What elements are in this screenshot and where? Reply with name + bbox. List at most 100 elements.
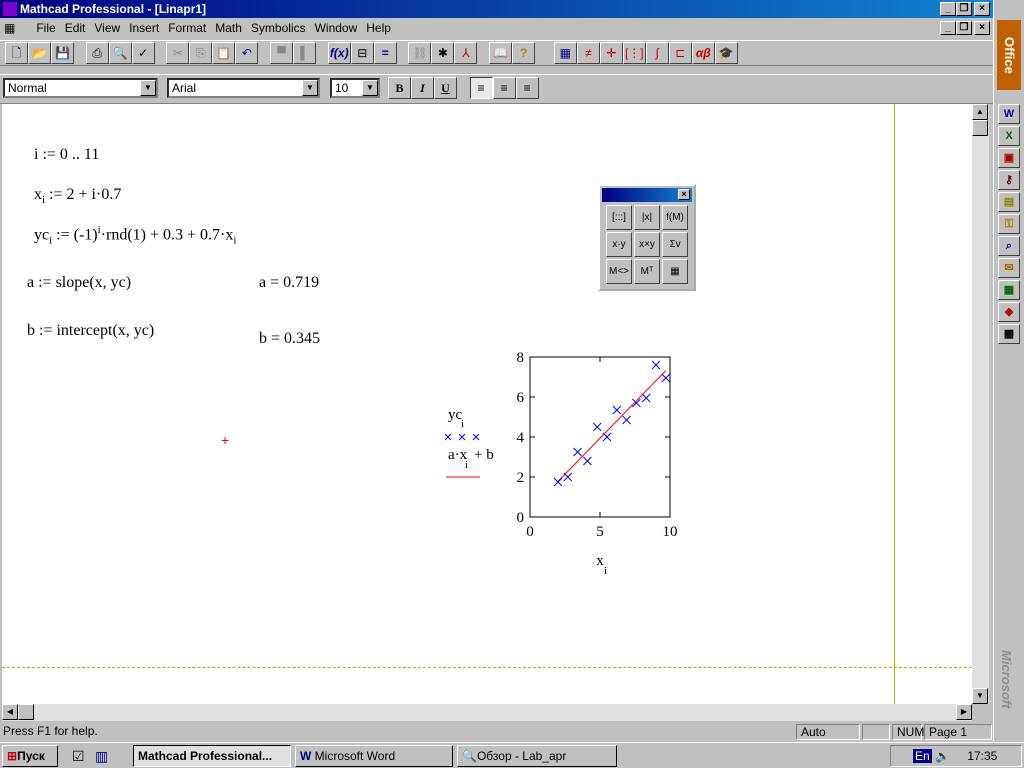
menu-insert[interactable]: Insert bbox=[129, 21, 159, 35]
quicklaunch-desktop-icon[interactable]: ▥ bbox=[95, 748, 108, 765]
menu-window[interactable]: Window bbox=[315, 21, 358, 35]
powerpoint-icon[interactable]: ▣ bbox=[998, 148, 1020, 168]
scroll-right-icon[interactable]: ▶ bbox=[956, 704, 972, 720]
task-mathcad[interactable]: Mathcad Professional... bbox=[133, 745, 291, 767]
task-word[interactable]: W Microsoft Word bbox=[295, 745, 453, 767]
palette-button-3[interactable]: x·y bbox=[606, 232, 632, 257]
align-center-button[interactable]: ≡ bbox=[492, 77, 516, 99]
menu-view[interactable]: View bbox=[94, 21, 120, 35]
horizontal-scrollbar[interactable]: ◀ ▶ bbox=[2, 704, 972, 721]
palette-button-0[interactable]: [:::] bbox=[606, 205, 632, 230]
worksheet[interactable]: i := 0 .. 11 xi := 2 + i·0.7 yci := (-1)… bbox=[2, 104, 972, 704]
range-definition[interactable]: i := 0 .. 11 bbox=[34, 146, 99, 164]
underline-button[interactable]: U bbox=[434, 77, 457, 99]
font-select[interactable]: Arial ▼ bbox=[167, 78, 320, 98]
component-wizard-icon[interactable]: ✱ bbox=[431, 42, 455, 64]
schedule-icon[interactable]: ▦ bbox=[998, 280, 1020, 300]
office-label[interactable]: Office bbox=[997, 20, 1021, 90]
calculate-icon[interactable]: = bbox=[373, 42, 397, 64]
help-icon[interactable]: ? bbox=[512, 42, 536, 64]
print-preview-icon[interactable]: 🔍 bbox=[108, 42, 132, 64]
align-right-button[interactable]: ≡ bbox=[515, 77, 539, 99]
calculator-palette-icon[interactable]: ▦ bbox=[553, 42, 577, 64]
print-icon[interactable]: ⎙ bbox=[85, 42, 109, 64]
new-icon[interactable]: 🗋 bbox=[5, 42, 28, 64]
chevron-down-icon[interactable]: ▼ bbox=[302, 80, 318, 96]
insert-function-icon[interactable]: f(x) bbox=[327, 42, 351, 64]
calculus-palette-icon[interactable]: ∫ bbox=[645, 42, 669, 64]
insert-component-icon[interactable]: ⅄ bbox=[454, 42, 478, 64]
align-across-icon[interactable]: ▀ bbox=[270, 42, 294, 64]
undo-icon[interactable]: ↶ bbox=[235, 42, 259, 64]
programming-palette-icon[interactable]: ⊏ bbox=[668, 42, 692, 64]
volume-icon[interactable]: 🔈 bbox=[935, 749, 950, 763]
palette-button-6[interactable]: M<> bbox=[606, 259, 632, 284]
palette-button-2[interactable]: f(M) bbox=[662, 205, 688, 230]
insert-hyperlink-icon[interactable]: ⛓ bbox=[408, 42, 432, 64]
b-definition[interactable]: b := intercept(x, yc) bbox=[27, 322, 154, 340]
italic-button[interactable]: I bbox=[411, 77, 434, 99]
palette-button-4[interactable]: x×y bbox=[634, 232, 660, 257]
outlook-icon[interactable]: ✉ bbox=[998, 258, 1020, 278]
find-icon[interactable]: ⌕ bbox=[998, 236, 1020, 256]
chevron-down-icon[interactable]: ▼ bbox=[140, 80, 156, 96]
doc-restore-button[interactable]: ❐ bbox=[956, 21, 972, 35]
palette-button-8[interactable]: ▦ bbox=[662, 259, 688, 284]
binder-icon[interactable]: ▤ bbox=[998, 192, 1020, 212]
key-icon[interactable]: ⚿ bbox=[998, 214, 1020, 234]
scroll-thumb[interactable] bbox=[972, 120, 988, 136]
open-icon[interactable]: 📂 bbox=[28, 42, 51, 64]
menu-math[interactable]: Math bbox=[215, 21, 242, 35]
scroll-left-icon[interactable]: ◀ bbox=[2, 704, 18, 720]
program-icon[interactable]: ▩ bbox=[998, 324, 1020, 344]
resource-center-icon[interactable]: 📖 bbox=[489, 42, 513, 64]
copy-icon[interactable]: ⎘ bbox=[189, 42, 213, 64]
style-select[interactable]: Normal ▼ bbox=[3, 78, 158, 98]
close-button[interactable]: × bbox=[974, 2, 990, 16]
size-select[interactable]: 10 ▼ bbox=[330, 78, 380, 98]
excel-icon[interactable]: X bbox=[998, 126, 1020, 146]
spellcheck-icon[interactable]: ✓ bbox=[131, 42, 155, 64]
graph-palette-icon[interactable]: ✛ bbox=[599, 42, 623, 64]
doc-minimize-button[interactable]: _ bbox=[940, 21, 956, 35]
shortcuts-icon[interactable]: ◈ bbox=[998, 302, 1020, 322]
matrix-palette-icon[interactable]: [⋮] bbox=[622, 42, 646, 64]
yc-definition[interactable]: yci := (-1)i·rnd(1) + 0.3 + 0.7·xi bbox=[34, 224, 236, 247]
access-icon[interactable]: ⚷ bbox=[998, 170, 1020, 190]
align-left-button[interactable]: ≡ bbox=[469, 77, 493, 99]
doc-icon[interactable]: ▦ bbox=[4, 18, 24, 38]
restore-button[interactable]: ❐ bbox=[956, 2, 972, 16]
a-result[interactable]: a = 0.719 bbox=[259, 274, 319, 292]
evaluation-palette-icon[interactable]: ≠ bbox=[576, 42, 600, 64]
doc-close-button[interactable]: × bbox=[974, 21, 990, 35]
scroll-up-icon[interactable]: ▲ bbox=[972, 104, 988, 120]
insert-unit-icon[interactable]: ⊟ bbox=[350, 42, 374, 64]
greek-palette-icon[interactable]: αβ bbox=[691, 42, 715, 64]
language-indicator[interactable]: En bbox=[913, 749, 932, 763]
align-down-icon[interactable]: ▌ bbox=[293, 42, 317, 64]
menu-symbolics[interactable]: Symbolics bbox=[251, 21, 306, 35]
palette-button-1[interactable]: |x| bbox=[634, 205, 660, 230]
minimize-button[interactable]: _ bbox=[940, 2, 956, 16]
vertical-scrollbar[interactable]: ▲ ▼ bbox=[972, 104, 989, 704]
save-icon[interactable]: 💾 bbox=[51, 42, 74, 64]
menu-edit[interactable]: Edit bbox=[65, 21, 86, 35]
symbolic-palette-icon[interactable]: 🎓 bbox=[714, 42, 738, 64]
palette-button-5[interactable]: Σv bbox=[662, 232, 688, 257]
word-icon[interactable]: W bbox=[998, 104, 1020, 124]
menu-format[interactable]: Format bbox=[168, 21, 206, 35]
task-explorer[interactable]: 🔍Обзор - Lab_apr bbox=[457, 745, 617, 767]
cut-icon[interactable]: ✂ bbox=[166, 42, 190, 64]
start-button[interactable]: ⊞Пуск bbox=[2, 745, 58, 767]
scroll-down-icon[interactable]: ▼ bbox=[972, 688, 988, 704]
b-result[interactable]: b = 0.345 bbox=[259, 330, 320, 348]
bold-button[interactable]: B bbox=[388, 77, 411, 99]
a-definition[interactable]: a := slope(x, yc) bbox=[27, 274, 131, 292]
paste-icon[interactable]: 📋 bbox=[212, 42, 236, 64]
menu-help[interactable]: Help bbox=[366, 21, 391, 35]
palette-close-button[interactable]: × bbox=[678, 189, 690, 200]
xy-plot[interactable]: 024680 5 10xiycia·xi + b bbox=[422, 344, 702, 574]
chevron-down-icon[interactable]: ▼ bbox=[362, 80, 378, 96]
quicklaunch-icon[interactable]: ☑ bbox=[72, 748, 85, 765]
palette-button-7[interactable]: Mᵀ bbox=[634, 259, 660, 284]
